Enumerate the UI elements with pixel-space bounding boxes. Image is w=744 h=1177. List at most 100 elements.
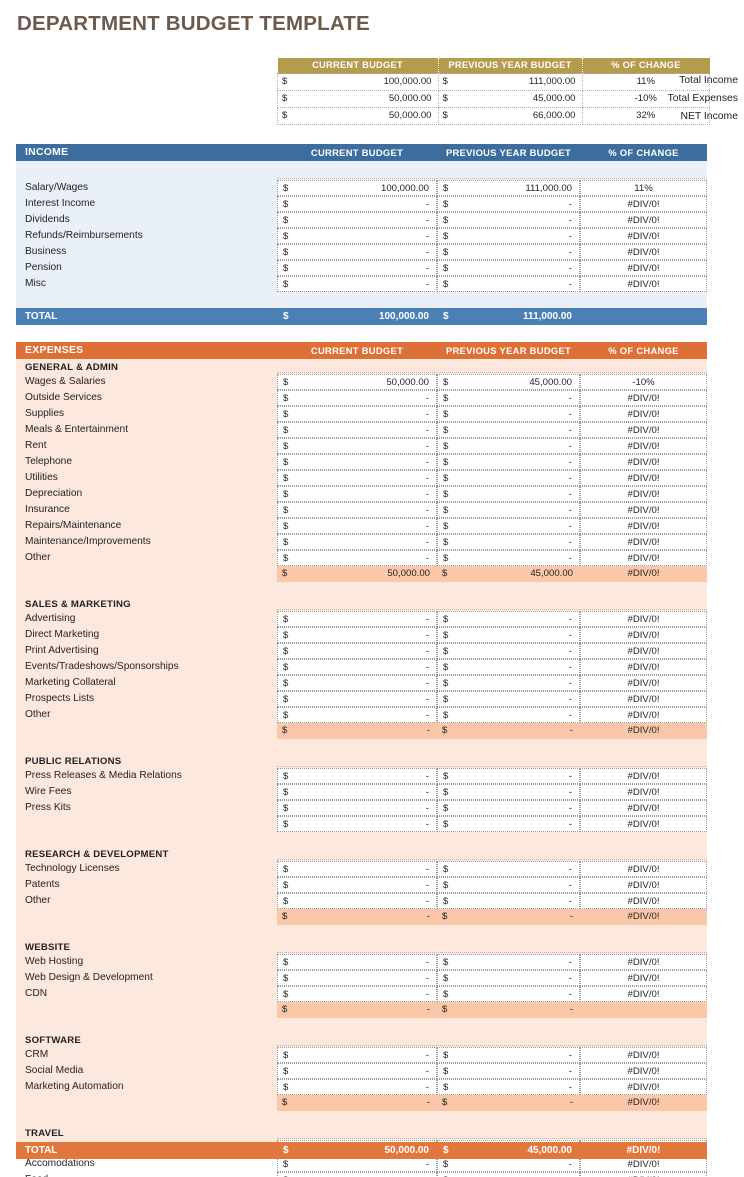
cell-current-budget[interactable]: $-: [277, 1047, 437, 1063]
cell-previous-budget[interactable]: $-: [437, 800, 580, 816]
currency-symbol: $: [283, 489, 289, 500]
cell-previous-budget[interactable]: $-: [437, 260, 580, 276]
cell-current-budget[interactable]: $-: [277, 816, 437, 832]
cell-previous-budget[interactable]: $-: [437, 212, 580, 228]
cell-previous-budget[interactable]: $-: [437, 244, 580, 260]
cell-previous-budget[interactable]: $-: [437, 550, 580, 566]
cell-previous-budget[interactable]: $-: [437, 877, 580, 893]
cell-previous-budget[interactable]: $-: [437, 893, 580, 909]
cell-current-budget[interactable]: $-: [277, 260, 437, 276]
cell-current-budget[interactable]: $-: [277, 675, 437, 691]
cell-current-budget[interactable]: $-: [277, 1063, 437, 1079]
cell-current-budget[interactable]: $-: [277, 406, 437, 422]
cell-current-budget[interactable]: $-: [277, 454, 437, 470]
cell-current-budget[interactable]: $-: [277, 643, 437, 659]
cell-current-budget[interactable]: $-: [277, 438, 437, 454]
cell-current-budget[interactable]: $-: [277, 470, 437, 486]
cell-current-budget[interactable]: $-: [277, 707, 437, 723]
currency-symbol: $: [283, 393, 289, 404]
cell-current-budget[interactable]: $50,000.00: [277, 374, 437, 390]
amount-value: -: [569, 1004, 573, 1015]
cell-current-budget[interactable]: $-: [277, 800, 437, 816]
cell-current-budget[interactable]: $-: [277, 611, 437, 627]
cell-previous-budget[interactable]: $-: [437, 986, 580, 1002]
cell-current-budget[interactable]: $-: [277, 422, 437, 438]
cell-current-budget[interactable]: $-: [277, 877, 437, 893]
cell-current-budget[interactable]: $-: [277, 723, 437, 739]
summary-cell-current[interactable]: $50,000.00: [277, 90, 439, 108]
summary-cell-current[interactable]: $50,000.00: [277, 107, 439, 125]
cell-previous-budget[interactable]: $-: [437, 909, 580, 925]
cell-current-budget[interactable]: $-: [277, 212, 437, 228]
summary-cell-current[interactable]: $100,000.00: [277, 73, 439, 91]
cell-previous-budget[interactable]: $-: [437, 1063, 580, 1079]
cell-current-budget[interactable]: $-: [277, 1002, 437, 1018]
cell-previous-budget[interactable]: $-: [437, 502, 580, 518]
cell-current-budget[interactable]: $-: [277, 502, 437, 518]
cell-current-budget[interactable]: $-: [277, 691, 437, 707]
cell-current-budget[interactable]: $-: [277, 659, 437, 675]
cell-previous-budget[interactable]: $-: [437, 196, 580, 212]
cell-current-budget[interactable]: $-: [277, 1172, 437, 1177]
cell-previous-budget[interactable]: $-: [437, 1002, 580, 1018]
cell-current-budget[interactable]: $100,000.00: [277, 180, 437, 196]
cell-previous-budget[interactable]: $-: [437, 276, 580, 292]
cell-current-budget[interactable]: $-: [277, 390, 437, 406]
cell-previous-budget[interactable]: $-: [437, 675, 580, 691]
cell-previous-budget[interactable]: $-: [437, 707, 580, 723]
cell-current-budget[interactable]: $-: [277, 550, 437, 566]
table-row: $-$-#DIV/0!: [277, 768, 707, 784]
cell-previous-budget[interactable]: $-: [437, 406, 580, 422]
cell-current-budget[interactable]: $-: [277, 784, 437, 800]
cell-previous-budget[interactable]: $-: [437, 454, 580, 470]
currency-symbol: $: [282, 725, 288, 736]
cell-previous-budget[interactable]: $-: [437, 486, 580, 502]
cell-current-budget[interactable]: $-: [277, 893, 437, 909]
cell-previous-budget[interactable]: $-: [437, 970, 580, 986]
currency-symbol: $: [443, 787, 449, 798]
cell-previous-budget[interactable]: $-: [437, 534, 580, 550]
cell-current-budget[interactable]: $-: [277, 276, 437, 292]
cell-current-budget[interactable]: $50,000.00: [277, 566, 437, 582]
cell-previous-budget[interactable]: $-: [437, 1079, 580, 1095]
cell-previous-budget[interactable]: $-: [437, 438, 580, 454]
cell-previous-budget[interactable]: $-: [437, 691, 580, 707]
cell-previous-budget[interactable]: $-: [437, 723, 580, 739]
cell-current-budget[interactable]: $-: [277, 196, 437, 212]
cell-previous-budget[interactable]: $-: [437, 228, 580, 244]
cell-previous-budget[interactable]: $-: [437, 611, 580, 627]
cell-current-budget[interactable]: $-: [277, 1095, 437, 1111]
cell-current-budget[interactable]: $-: [277, 861, 437, 877]
cell-previous-budget[interactable]: $-: [437, 1172, 580, 1177]
cell-previous-budget[interactable]: $-: [437, 659, 580, 675]
cell-current-budget[interactable]: $-: [277, 970, 437, 986]
cell-previous-budget[interactable]: $-: [437, 627, 580, 643]
cell-current-budget[interactable]: $-: [277, 244, 437, 260]
cell-current-budget[interactable]: $-: [277, 909, 437, 925]
cell-current-budget[interactable]: $-: [277, 486, 437, 502]
cell-current-budget[interactable]: $-: [277, 768, 437, 784]
cell-previous-budget[interactable]: $-: [437, 816, 580, 832]
cell-current-budget[interactable]: $-: [277, 627, 437, 643]
group-label: SALES & MARKETING: [25, 599, 131, 610]
cell-current-budget[interactable]: $-: [277, 954, 437, 970]
cell-current-budget[interactable]: $-: [277, 228, 437, 244]
cell-previous-budget[interactable]: $-: [437, 518, 580, 534]
cell-previous-budget[interactable]: $45,000.00: [437, 374, 580, 390]
cell-current-budget[interactable]: $-: [277, 534, 437, 550]
cell-previous-budget[interactable]: $45,000.00: [437, 566, 580, 582]
cell-previous-budget[interactable]: $-: [437, 768, 580, 784]
cell-current-budget[interactable]: $-: [277, 986, 437, 1002]
cell-previous-budget[interactable]: $-: [437, 784, 580, 800]
cell-previous-budget[interactable]: $-: [437, 954, 580, 970]
cell-previous-budget[interactable]: $-: [437, 643, 580, 659]
cell-current-budget[interactable]: $-: [277, 1079, 437, 1095]
cell-current-budget[interactable]: $-: [277, 518, 437, 534]
cell-previous-budget[interactable]: $-: [437, 861, 580, 877]
cell-previous-budget[interactable]: $-: [437, 390, 580, 406]
cell-previous-budget[interactable]: $-: [437, 1095, 580, 1111]
cell-previous-budget[interactable]: $-: [437, 1047, 580, 1063]
cell-previous-budget[interactable]: $111,000.00: [437, 180, 580, 196]
cell-previous-budget[interactable]: $-: [437, 422, 580, 438]
cell-previous-budget[interactable]: $-: [437, 470, 580, 486]
